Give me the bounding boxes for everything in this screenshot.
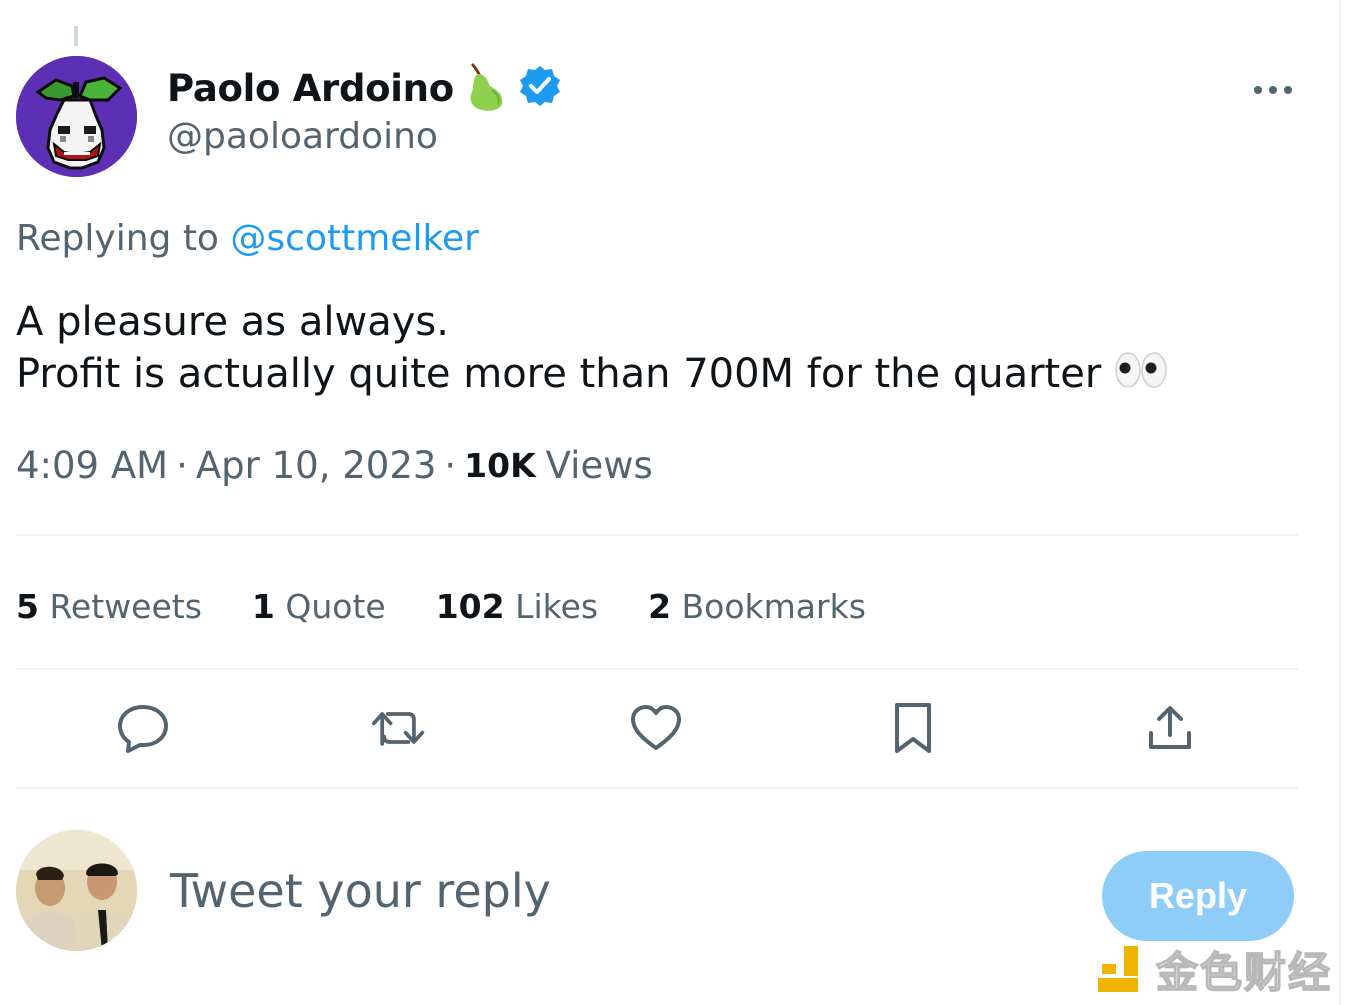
retweet-icon[interactable]	[371, 700, 427, 756]
divider	[16, 668, 1298, 670]
quotes-count: 1	[251, 586, 275, 626]
tweet-time[interactable]: 4:09 AM	[16, 444, 168, 487]
tweet-body: A pleasure as always. Profit is actually…	[16, 296, 1168, 400]
user-photo-icon	[16, 830, 137, 951]
tweet-text-line-1: A pleasure as always.	[16, 299, 449, 345]
author-display-name[interactable]: Paolo Ardoino	[167, 67, 454, 110]
likes-count: 102	[435, 586, 505, 626]
watermark: 金色财经	[1096, 942, 1332, 997]
likes-stat[interactable]: 102 Likes	[436, 587, 598, 626]
likes-label: Likes	[515, 586, 599, 626]
thread-connector-line	[74, 26, 78, 46]
views-count: 10K	[464, 446, 536, 485]
author-name-row: Paolo Ardoino	[167, 62, 562, 114]
tweet-date[interactable]: Apr 10, 2023	[196, 444, 437, 487]
reply-input[interactable]: Tweet your reply	[170, 864, 551, 918]
reply-icon[interactable]	[115, 700, 171, 756]
eyes-emoji-icon	[1114, 351, 1168, 397]
views-label: Views	[545, 444, 653, 487]
replying-to-mention-link[interactable]: @scottmelker	[230, 218, 479, 259]
bookmarks-count: 2	[648, 586, 672, 626]
engagement-stats: 5 Retweets 1 Quote 102 Likes 2 Bookmarks	[16, 578, 916, 634]
replying-to-line: Replying to @scottmelker	[16, 218, 479, 259]
replying-to-prefix: Replying to	[16, 218, 219, 259]
bookmarks-stat[interactable]: 2 Bookmarks	[648, 587, 866, 626]
quotes-label: Quote	[285, 586, 386, 626]
verified-badge-icon[interactable]	[518, 64, 562, 112]
share-icon[interactable]	[1142, 700, 1198, 756]
divider	[16, 534, 1298, 536]
pixel-pear-avatar-icon	[16, 56, 137, 177]
reply-button[interactable]: Reply	[1102, 851, 1294, 941]
author-handle[interactable]: @paoloardoino	[167, 116, 438, 157]
divider	[16, 787, 1298, 789]
retweets-stat[interactable]: 5 Retweets	[16, 587, 202, 626]
pear-icon	[464, 60, 508, 116]
tweet-text-line-2-text: Profit is actually quite more than 700M …	[16, 351, 1102, 397]
retweets-label: Retweets	[49, 586, 202, 626]
author-avatar[interactable]	[16, 56, 137, 177]
retweets-count: 5	[16, 586, 39, 626]
column-border	[1339, 0, 1341, 1005]
tweet-meta: 4:09 AM · Apr 10, 2023 · 10K Views	[16, 444, 653, 487]
more-options-icon[interactable]	[1248, 70, 1298, 110]
current-user-avatar[interactable]	[16, 830, 137, 951]
bookmark-icon[interactable]	[885, 700, 941, 756]
like-icon[interactable]	[628, 700, 684, 756]
bookmarks-label: Bookmarks	[681, 586, 866, 626]
jinse-logo-icon	[1098, 946, 1138, 992]
watermark-text: 金色财经	[1155, 947, 1333, 998]
meta-separator: ·	[176, 444, 188, 487]
meta-separator: ·	[444, 444, 457, 487]
tweet-text-line-2: Profit is actually quite more than 700M …	[16, 348, 1168, 400]
quotes-stat[interactable]: 1 Quote	[252, 587, 386, 626]
